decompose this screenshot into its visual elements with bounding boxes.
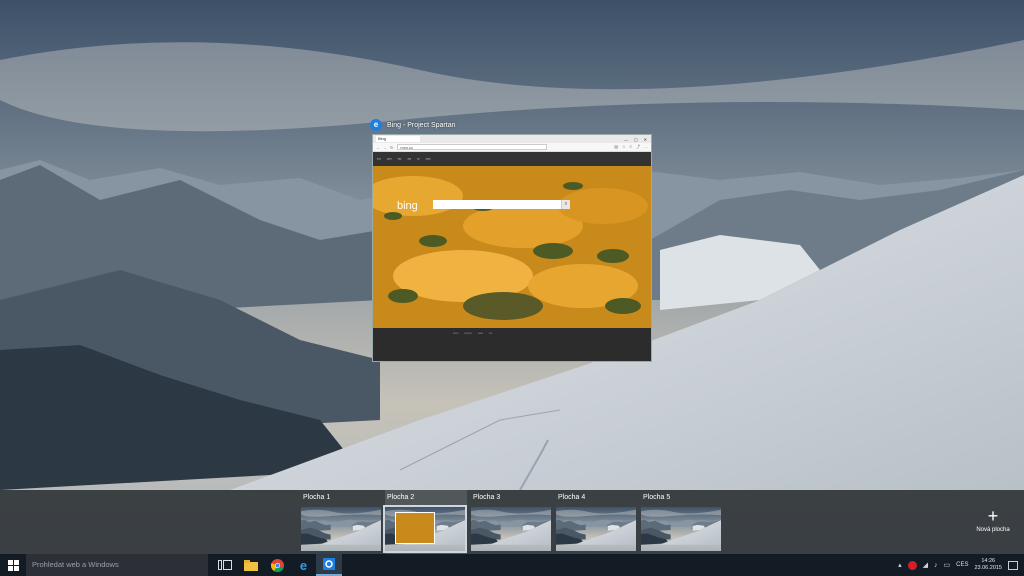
browser-tab: Bing (376, 136, 420, 142)
search-input[interactable]: Prohledat web a Windows (26, 554, 208, 576)
network-icon[interactable]: ◢ (923, 561, 928, 569)
browser-tabbar: Bing — ▢ ✕ (373, 135, 651, 143)
url-field: msn.cz (397, 144, 548, 150)
action-center-icon[interactable] (1008, 560, 1018, 570)
desktop-label: Plocha 1 (303, 494, 331, 501)
clock[interactable]: 14:26 23.06.2015 (974, 558, 1002, 572)
clock-date: 23.06.2015 (974, 565, 1002, 571)
browser-preview: Bing — ▢ ✕ ← → ↻ msn.cz ▤ ☆ ≡ ⤴ … ▪▪▪ ▪▪… (372, 134, 652, 362)
start-button[interactable] (0, 554, 26, 576)
desktop-thumbnail (556, 507, 636, 551)
search-icon: ⌕ (561, 200, 570, 209)
settings-button[interactable] (316, 554, 342, 576)
chevron-up-icon[interactable]: ▴ (898, 561, 902, 569)
desktop-label: Plocha 3 (473, 494, 501, 501)
keyboard-icon[interactable]: ▭ (944, 561, 951, 569)
chrome-button[interactable] (264, 554, 290, 576)
window-title: Bing - Project Spartan (387, 121, 456, 129)
nav-dot: ▪▪▪ (397, 157, 402, 161)
bing-logo: bing (397, 200, 418, 212)
clock-time: 14:26 (981, 558, 996, 564)
hub-icon: ≡ (629, 144, 632, 149)
new-desktop-label: Nová plocha (976, 527, 1010, 533)
maximize-icon: ▢ (633, 136, 638, 142)
share-icon: ⤴ (636, 144, 640, 149)
desktop-thumbnail (301, 507, 381, 551)
bing-footer: ▪▪▪▪▪ ▪▪▪▪▪▪▪ ▪▪▪▪▪ ▪▪▪ (373, 328, 651, 361)
footer-link-placeholder: ▪▪▪▪▪▪▪ (464, 331, 472, 335)
virtual-desktop-2[interactable]: Plocha 2 (383, 490, 467, 554)
bing-background-image: bing ⌕ (373, 166, 651, 328)
file-explorer-button[interactable] (238, 554, 264, 576)
close-icon: ✕ (643, 136, 647, 142)
desktop-label: Plocha 4 (558, 494, 586, 501)
refresh-icon: ↻ (390, 144, 394, 150)
forward-icon: → (383, 144, 387, 150)
internet-explorer-button[interactable]: e (290, 554, 316, 576)
back-icon: ← (376, 144, 380, 150)
settings-icon (323, 558, 335, 570)
footer-link-placeholder: ▪▪▪ (489, 331, 493, 335)
desktop-label: Plocha 5 (643, 494, 671, 501)
language-indicator[interactable]: CES (956, 562, 968, 568)
nav-dot: ▪▪ (417, 157, 420, 161)
footer-links: ▪▪▪▪▪ ▪▪▪▪▪▪▪ ▪▪▪▪▪ ▪▪▪ (453, 331, 492, 335)
minimize-icon: — (623, 136, 628, 142)
nav-dot: ▪▪▪▪ (386, 157, 392, 161)
more-icon: … (644, 144, 648, 149)
footer-link-placeholder: ▪▪▪▪▪ (453, 331, 459, 335)
desktop-thumbnail (383, 505, 467, 553)
desktop-label: Plocha 2 (387, 494, 415, 501)
footer-link-placeholder: ▪▪▪▪▪ (477, 331, 484, 335)
plus-icon: + (987, 506, 999, 526)
new-desktop-button[interactable]: + Nová plocha (968, 506, 1018, 533)
bing-topnav: ▪▪▪ ▪▪▪▪ ▪▪▪ ▪▪▪ ▪▪ ▪▪▪▪ (373, 152, 651, 166)
browser-toolbar-icons: ▤ ☆ ≡ ⤴ … (614, 144, 648, 150)
bing-search-input (433, 200, 563, 209)
window-mini-thumbnail (395, 512, 435, 544)
favorites-icon: ☆ (622, 144, 626, 149)
svg-text:e: e (299, 559, 306, 572)
taskbar: Prohledat web a Windows e ▴ ◢ ♪ ▭ CES 14… (0, 554, 1024, 576)
edge-spartan-icon: e (370, 119, 382, 131)
file-explorer-icon (244, 559, 258, 571)
windows-logo-icon (7, 559, 19, 571)
reading-view-icon: ▤ (614, 144, 619, 149)
volume-icon[interactable]: ♪ (934, 562, 938, 569)
nav-dot: ▪▪▪▪ (425, 157, 431, 161)
task-view-icon (218, 560, 232, 570)
desktop-thumbnail (471, 507, 551, 551)
browser-window-thumbnail[interactable]: e Bing - Project Spartan Bing — ▢ ✕ ← → … (370, 116, 654, 364)
internet-explorer-icon: e (299, 559, 306, 572)
desktop-thumbnail (641, 507, 721, 551)
virtual-desktops-strip: Plocha 1 Plocha 2 Plocha 3 Plocha 4 Ploc… (0, 490, 1024, 554)
system-tray: ▴ ◢ ♪ ▭ CES 14:26 23.06.2015 (898, 554, 1024, 576)
nav-buttons: ← → ↻ (376, 145, 393, 150)
task-view-button[interactable] (212, 554, 238, 576)
antivirus-icon[interactable] (907, 560, 917, 570)
nav-dot: ▪▪▪ (377, 157, 381, 161)
browser-addressbar: ← → ↻ msn.cz ▤ ☆ ≡ ⤴ … (373, 143, 651, 152)
window-controls: — ▢ ✕ (624, 137, 651, 142)
window-caption: e Bing - Project Spartan (370, 116, 455, 134)
nav-dot: ▪▪▪ (407, 157, 412, 161)
chrome-icon (270, 558, 284, 572)
